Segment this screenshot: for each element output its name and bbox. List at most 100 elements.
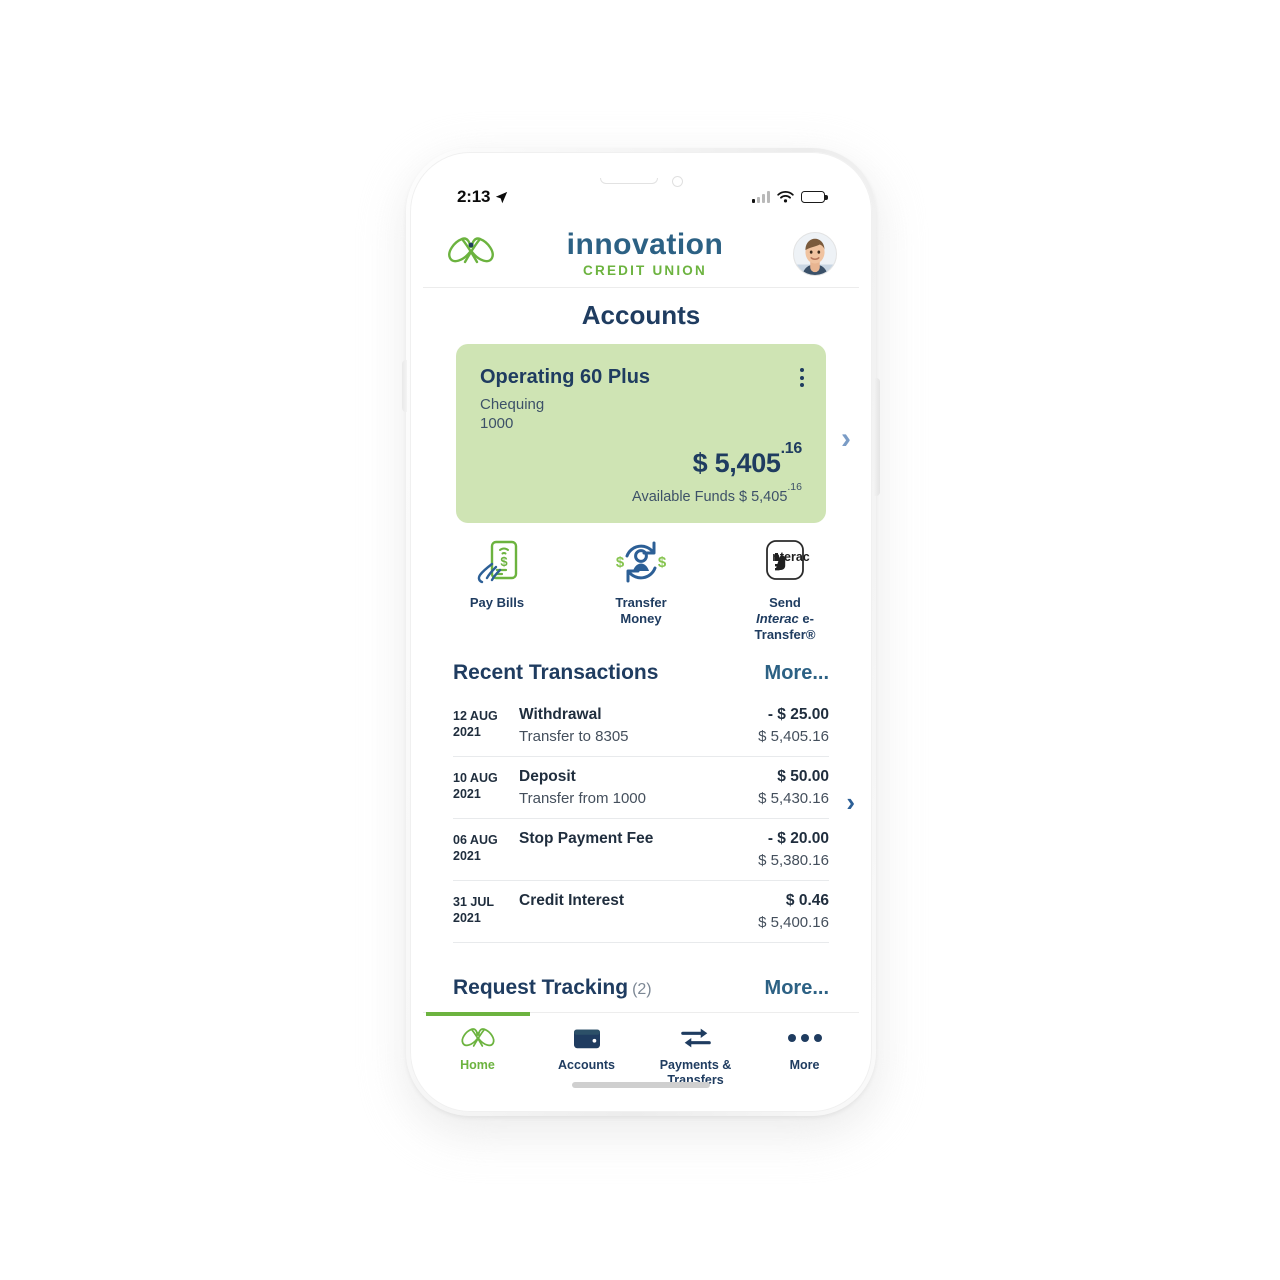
recent-transactions-title: Recent Transactions — [453, 661, 659, 684]
wifi-icon — [777, 190, 794, 203]
butterfly-logo-icon — [426, 1023, 530, 1053]
ellipsis-icon — [753, 1023, 857, 1053]
battery-icon — [801, 191, 828, 203]
request-tracking-count: (2) — [632, 981, 652, 998]
transfer-money-label-1: Transfer — [615, 595, 667, 610]
user-avatar[interactable] — [793, 231, 837, 276]
transfer-money-icon: $ $ — [587, 536, 695, 588]
svg-text:$: $ — [616, 554, 625, 571]
transaction-values: - $ 20.00 $ 5,380.16 — [758, 830, 829, 869]
transaction-amount: $ 0.46 — [785, 892, 829, 909]
transaction-balance: $ 5,405.16 — [758, 728, 829, 745]
status-bar: 2:13 — [423, 184, 859, 210]
quick-actions-row: $ Pay Bills $ $ Transfer Money nterac Se… — [423, 536, 859, 643]
brand-tagline: CREDIT UNION — [583, 262, 707, 278]
quick-action-pay-bills[interactable]: $ Pay Bills — [443, 536, 551, 611]
recent-transactions-more-link[interactable]: More... — [765, 662, 829, 685]
account-carousel-next-icon[interactable]: › — [841, 424, 851, 454]
balance-currency: $ — [692, 448, 708, 478]
transfer-money-label-2: Money — [620, 610, 662, 626]
transaction-amount: - $ 25.00 — [767, 706, 829, 723]
transactions-carousel-next-icon[interactable]: › — [846, 789, 855, 815]
request-tracking-header: Request Tracking (2) More... — [453, 976, 829, 1010]
interac-wordmark: Interac — [756, 610, 799, 626]
phone-volume-button[interactable] — [402, 360, 407, 412]
transaction-balance: $ 5,430.16 — [758, 790, 829, 807]
table-row[interactable]: 10 AUG 2021 Deposit Transfer from 1000 $… — [453, 757, 829, 819]
transaction-description: Deposit Transfer from 1000 — [519, 768, 748, 807]
kebab-menu-icon[interactable] — [799, 368, 804, 388]
wallet-icon — [535, 1023, 639, 1053]
phone-screen: 2:13 innovation CREDIT UNION Accounts Op… — [423, 166, 859, 1098]
recent-transactions-section: Recent Transactions More... 12 AUG 2021 … — [423, 661, 859, 943]
tab-label: More — [789, 1058, 820, 1072]
account-card-carousel: Operating 60 Plus Chequing 1000 $ 5,405.… — [423, 344, 859, 523]
request-tracking-more-link[interactable]: More... — [765, 977, 829, 1000]
transaction-description: Stop Payment Fee — [519, 830, 748, 848]
quick-action-label: Transfer Money — [587, 595, 695, 627]
balance-whole: 5,405 — [714, 448, 781, 478]
svg-text:$: $ — [500, 554, 508, 569]
status-time: 2:13 — [457, 187, 491, 206]
quick-action-label: Send Interac e-Transfer® — [731, 595, 839, 643]
location-arrow-icon — [496, 191, 508, 203]
transaction-values: $ 50.00 $ 5,430.16 — [758, 768, 829, 807]
account-balance: $ 5,405.16 — [480, 440, 803, 479]
quick-action-label: Pay Bills — [443, 595, 551, 611]
cellular-signal-icon — [751, 191, 770, 203]
svg-text:nterac: nterac — [772, 550, 810, 564]
transaction-balance: $ 5,400.16 — [758, 914, 829, 931]
transaction-values: - $ 25.00 $ 5,405.16 — [758, 706, 829, 745]
tab-more[interactable]: More — [753, 1023, 857, 1073]
transfer-arrows-icon — [644, 1023, 748, 1053]
quick-action-transfer-money[interactable]: $ $ Transfer Money — [587, 536, 695, 627]
tab-label: Home — [460, 1058, 495, 1072]
interac-icon: nterac — [731, 536, 839, 588]
table-row[interactable]: 31 JUL 2021 Credit Interest $ 0.46 $ 5,4… — [453, 881, 829, 943]
available-whole: 5,405 — [751, 488, 788, 505]
tab-home[interactable]: Home — [425, 1012, 530, 1073]
transaction-values: $ 0.46 $ 5,400.16 — [758, 892, 829, 931]
transaction-amount: - $ 20.00 — [767, 830, 829, 847]
pay-bills-label: Pay Bills — [469, 595, 525, 610]
status-bar-right — [751, 190, 828, 204]
pay-bills-icon: $ — [443, 536, 551, 588]
transaction-date: 06 AUG 2021 — [453, 833, 498, 863]
butterfly-logo-icon[interactable] — [445, 233, 497, 274]
request-tracking-title: Request Tracking (2) — [453, 976, 652, 999]
phone-power-button[interactable] — [874, 378, 880, 496]
transaction-subtitle: Transfer from 1000 — [519, 790, 646, 807]
quick-action-send-etransfer[interactable]: nterac Send Interac e-Transfer® — [731, 536, 839, 643]
transaction-subtitle: Transfer to 8305 — [519, 728, 629, 745]
send-etransfer-label-1: Send — [769, 595, 801, 610]
transaction-title: Withdrawal — [519, 706, 602, 723]
status-bar-left: 2:13 — [457, 187, 508, 207]
available-funds-label: Available Funds — [632, 488, 735, 505]
account-card[interactable]: Operating 60 Plus Chequing 1000 $ 5,405.… — [456, 344, 826, 523]
recent-transactions-header: Recent Transactions More... — [453, 661, 829, 695]
transaction-amount: $ 50.00 — [777, 768, 829, 785]
tab-accounts[interactable]: Accounts — [535, 1023, 639, 1073]
table-row[interactable]: 06 AUG 2021 Stop Payment Fee - $ 20.00 $… — [453, 819, 829, 881]
available-currency: $ — [738, 488, 748, 505]
home-indicator[interactable] — [572, 1082, 710, 1088]
brand-lockup: innovation CREDIT UNION — [567, 229, 724, 278]
balance-cents: .16 — [780, 440, 803, 458]
tab-label: Accounts — [558, 1058, 615, 1072]
transaction-title: Credit Interest — [519, 892, 625, 909]
available-funds: Available Funds $ 5,405.16 — [480, 481, 802, 505]
transaction-description: Withdrawal Transfer to 8305 — [519, 706, 748, 745]
transaction-description: Credit Interest — [519, 892, 748, 910]
table-row[interactable]: 12 AUG 2021 Withdrawal Transfer to 8305 … — [453, 695, 829, 757]
available-cents: .16 — [787, 480, 802, 493]
transaction-date: 12 AUG 2021 — [453, 709, 498, 739]
account-type: Chequing — [480, 396, 545, 413]
transaction-date: 31 JUL 2021 — [453, 895, 494, 925]
page-title: Accounts — [581, 300, 701, 330]
active-tab-indicator — [425, 1012, 530, 1016]
app-header: innovation CREDIT UNION — [423, 220, 859, 288]
transaction-date: 10 AUG 2021 — [453, 771, 498, 801]
transaction-title: Stop Payment Fee — [519, 830, 654, 847]
tab-payments-transfers[interactable]: Payments & Transfers — [644, 1023, 748, 1088]
account-number: 1000 — [480, 415, 514, 432]
